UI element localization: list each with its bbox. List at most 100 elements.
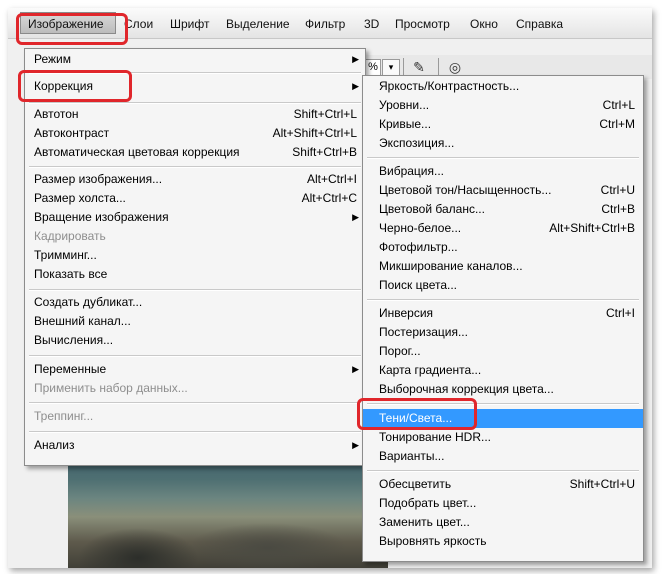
menu-item-gradient-map[interactable]: Карта градиента...	[363, 361, 643, 380]
menu-item-duplicate[interactable]: Создать дубликат...	[25, 293, 365, 312]
menu-item-image-size[interactable]: Размер изображения... Alt+Ctrl+I	[25, 170, 365, 189]
menu-item-trap: Треппинг...	[25, 407, 365, 426]
menu-item-label: Черно-белое...	[379, 221, 462, 235]
menu-item-label: Показать все	[34, 267, 108, 281]
menu-separator	[29, 166, 361, 168]
menu-item-label: Выборочная коррекция цвета...	[379, 382, 554, 396]
menu-item-photo-filter[interactable]: Фотофильтр...	[363, 238, 643, 257]
menu-item-black-white[interactable]: Черно-белое... Alt+Shift+Ctrl+B	[363, 219, 643, 238]
menu-separator	[367, 470, 639, 472]
menu-item-selective-color[interactable]: Выборочная коррекция цвета...	[363, 380, 643, 399]
menu-item-label: Карта градиента...	[379, 363, 482, 377]
menu-item-label: Фотофильтр...	[379, 240, 458, 254]
menu-separator	[367, 157, 639, 159]
tablet-pressure-icon[interactable]: ◎	[446, 58, 464, 76]
submenu-arrow-icon: ▶	[352, 212, 359, 222]
menu-item-label: Яркость/Контрастность...	[379, 79, 520, 93]
menu-item-replace-color[interactable]: Заменить цвет...	[363, 513, 643, 532]
submenu-arrow-icon: ▶	[352, 54, 359, 64]
menu-item-exposure[interactable]: Экспозиция...	[363, 134, 643, 153]
menu-item-label: Внешний канал...	[34, 314, 131, 328]
menu-separator	[29, 355, 361, 357]
menu-item-label: Применить набор данных...	[34, 381, 188, 395]
menu-item-posterize[interactable]: Постеризация...	[363, 323, 643, 342]
menu-item-shortcut: Alt+Ctrl+I	[306, 172, 357, 186]
menu-item-label: Тримминг...	[34, 248, 97, 262]
menu-item-color-lookup[interactable]: Поиск цвета...	[363, 276, 643, 295]
menu-item-equalize[interactable]: Выровнять яркость	[363, 532, 643, 551]
canvas-photo	[68, 448, 388, 568]
menu-separator	[29, 289, 361, 291]
menu-item-match-color[interactable]: Подобрать цвет...	[363, 494, 643, 513]
menu-item-label: Автотон	[34, 107, 79, 121]
menu-item-shortcut: Ctrl+U	[600, 183, 635, 197]
menu-item-variables[interactable]: Переменные ▶	[25, 360, 365, 379]
menu-item-invert[interactable]: Инверсия Ctrl+I	[363, 304, 643, 323]
menu-item-label: Выровнять яркость	[379, 534, 487, 548]
menu-item-threshold[interactable]: Порог...	[363, 342, 643, 361]
menu-item-label: Переменные	[34, 362, 107, 376]
menu-item-trim[interactable]: Тримминг...	[25, 246, 365, 265]
menu-item-label: Инверсия	[379, 306, 434, 320]
annotation-highlight-adjustments	[18, 70, 132, 102]
submenu-arrow-icon: ▶	[352, 81, 359, 91]
menu-item-mode[interactable]: Режим ▶	[25, 50, 365, 69]
menu-item-label: Анализ	[34, 438, 75, 452]
menu-item-hue-saturation[interactable]: Цветовой тон/Насыщенность... Ctrl+U	[363, 181, 643, 200]
menu-item-label: Вычисления...	[34, 333, 114, 347]
menu-item-shortcut: Shift+Ctrl+B	[292, 145, 357, 159]
menu-item-auto-color[interactable]: Автоматическая цветовая коррекция Shift+…	[25, 143, 365, 162]
menu-help[interactable]: Справка	[516, 16, 563, 32]
menu-item-analysis[interactable]: Анализ ▶	[25, 436, 365, 455]
menu-window[interactable]: Окно	[470, 16, 498, 32]
menu-item-label: Уровни...	[379, 98, 430, 112]
menu-type[interactable]: Шрифт	[170, 16, 209, 32]
adjustments-submenu: Яркость/Контрастность... Уровни... Ctrl+…	[362, 75, 644, 562]
menu-item-shortcut: Ctrl+M	[599, 117, 635, 131]
menu-view[interactable]: Просмотр	[395, 16, 450, 32]
menu-item-desaturate[interactable]: Обесцветить Shift+Ctrl+U	[363, 475, 643, 494]
menu-item-shortcut: Alt+Shift+Ctrl+B	[549, 221, 635, 235]
menu-item-apply-image[interactable]: Внешний канал...	[25, 312, 365, 331]
menu-separator	[29, 402, 361, 404]
menu-item-label: Порог...	[379, 344, 421, 358]
menu-item-label: Заменить цвет...	[379, 515, 470, 529]
menu-item-levels[interactable]: Уровни... Ctrl+L	[363, 96, 643, 115]
menu-select[interactable]: Выделение	[226, 16, 290, 32]
menu-item-label: Варианты...	[379, 449, 445, 463]
menu-item-crop: Кадрировать	[25, 227, 365, 246]
menu-item-label: Экспозиция...	[379, 136, 455, 150]
menu-item-calculations[interactable]: Вычисления...	[25, 331, 365, 350]
menu-item-image-rotation[interactable]: Вращение изображения ▶	[25, 208, 365, 227]
menu-filter[interactable]: Фильтр	[305, 16, 345, 32]
menu-item-auto-tone[interactable]: Автотон Shift+Ctrl+L	[25, 105, 365, 124]
menu-item-label: Автоконтраст	[34, 126, 110, 140]
menu-separator	[29, 431, 361, 433]
menu-item-vibrance[interactable]: Вибрация...	[363, 162, 643, 181]
menu-item-label: Цветовой баланс...	[379, 202, 485, 216]
menu-item-label: Поиск цвета...	[379, 278, 458, 292]
annotation-highlight-shadows-highlights	[357, 398, 477, 430]
menu-layers[interactable]: Слои	[124, 16, 153, 32]
image-menu: Режим ▶ Коррекция ▶ Автотон Shift+Ctrl+L…	[24, 48, 366, 466]
menu-3d[interactable]: 3D	[364, 16, 379, 32]
menu-item-variations[interactable]: Варианты...	[363, 447, 643, 466]
airbrush-icon[interactable]: ✎	[410, 58, 428, 76]
menu-item-auto-contrast[interactable]: Автоконтраст Alt+Shift+Ctrl+L	[25, 124, 365, 143]
menu-item-shortcut: Alt+Ctrl+C	[301, 191, 357, 205]
menu-separator	[29, 102, 361, 104]
menu-item-channel-mixer[interactable]: Микширование каналов...	[363, 257, 643, 276]
menu-item-brightness-contrast[interactable]: Яркость/Контрастность...	[363, 77, 643, 96]
menu-item-curves[interactable]: Кривые... Ctrl+M	[363, 115, 643, 134]
menu-item-label: Треппинг...	[34, 409, 94, 423]
menu-item-reveal-all[interactable]: Показать все	[25, 265, 365, 284]
menu-item-shortcut: Shift+Ctrl+L	[293, 107, 357, 121]
menu-item-color-balance[interactable]: Цветовой баланс... Ctrl+B	[363, 200, 643, 219]
menu-item-label: Микширование каналов...	[379, 259, 523, 273]
menu-separator	[367, 299, 639, 301]
menu-item-hdr-toning[interactable]: Тонирование HDR...	[363, 428, 643, 447]
menu-item-canvas-size[interactable]: Размер холста... Alt+Ctrl+C	[25, 189, 365, 208]
menu-item-shortcut: Ctrl+L	[602, 98, 635, 112]
menu-item-label: Подобрать цвет...	[379, 496, 477, 510]
menu-item-label: Вращение изображения	[34, 210, 169, 224]
